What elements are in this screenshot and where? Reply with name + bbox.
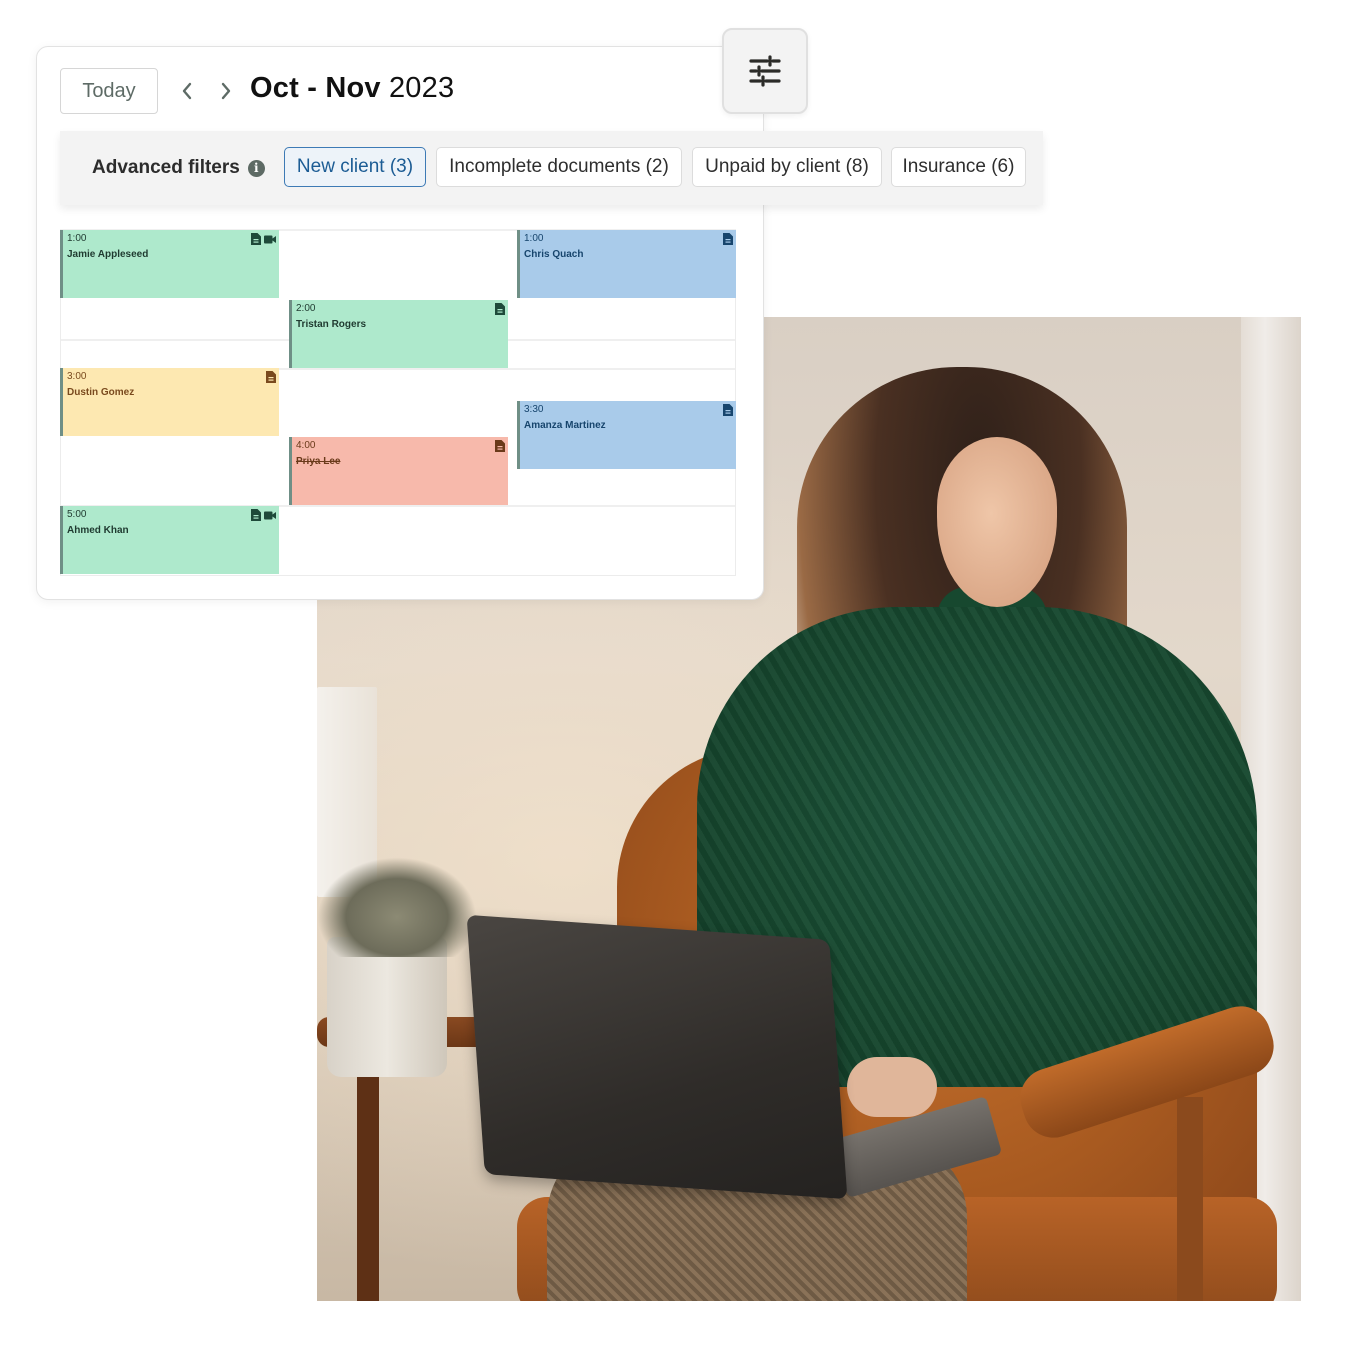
- chevron-right-icon: [221, 82, 231, 100]
- appointment-event[interactable]: 5:00 Ahmed Khan: [60, 506, 279, 574]
- document-icon: [495, 440, 505, 452]
- event-client-name: Priya Lee: [296, 456, 341, 467]
- event-time: 4:00: [296, 440, 316, 451]
- advanced-filters-text: Advanced filters: [92, 157, 240, 178]
- event-time: 1:00: [524, 233, 544, 244]
- chevron-left-icon: [182, 82, 192, 100]
- appointment-event-cancelled[interactable]: 4:00 Priya Lee: [289, 437, 508, 505]
- info-icon[interactable]: i: [247, 159, 265, 177]
- today-button[interactable]: Today: [60, 68, 158, 114]
- event-client-name: Amanza Martinez: [524, 420, 606, 431]
- previous-button[interactable]: [174, 76, 200, 106]
- event-client-name: Tristan Rogers: [296, 319, 367, 330]
- document-icon: [495, 303, 505, 315]
- filter-chip-unpaid-by-client[interactable]: Unpaid by client (8): [692, 147, 882, 187]
- event-time: 3:00: [67, 371, 87, 382]
- appointment-event[interactable]: 2:00 Tristan Rogers: [289, 300, 508, 368]
- next-button[interactable]: [213, 76, 239, 106]
- date-range-year: 2023: [388, 72, 455, 104]
- appointment-event[interactable]: 3:00 Dustin Gomez: [60, 368, 279, 436]
- filter-settings-button[interactable]: [722, 28, 808, 114]
- video-icon: [264, 235, 276, 243]
- filter-chip-incomplete-documents[interactable]: Incomplete documents (2): [436, 147, 682, 187]
- event-client-name: Ahmed Khan: [67, 525, 129, 536]
- event-client-name: Jamie Appleseed: [67, 249, 149, 260]
- side-table-leg: [357, 1042, 379, 1301]
- advanced-filters-bar: Advanced filters i New client (3) Incomp…: [60, 131, 1043, 205]
- document-icon: [251, 233, 261, 245]
- document-icon: [266, 371, 276, 383]
- appointment-event[interactable]: 1:00 Jamie Appleseed: [60, 230, 279, 298]
- plant-pot: [327, 937, 447, 1077]
- document-icon: [723, 233, 733, 245]
- event-time: 1:00: [67, 233, 87, 244]
- sliders-icon: [749, 55, 781, 87]
- filter-chip-new-client[interactable]: New client (3): [284, 147, 426, 187]
- event-time: 5:00: [67, 509, 87, 520]
- date-range-title: Oct - Nov 2023: [250, 72, 454, 105]
- laptop: [466, 914, 848, 1200]
- date-range-months: Oct - Nov: [250, 72, 381, 104]
- event-client-name: Chris Quach: [524, 249, 584, 260]
- plant: [317, 857, 477, 957]
- video-icon: [264, 511, 276, 519]
- advanced-filters-label: Advanced filters i: [92, 157, 265, 179]
- person-hand: [847, 1057, 937, 1117]
- armchair-leg: [1177, 1097, 1203, 1301]
- document-icon: [251, 509, 261, 521]
- event-time: 3:30: [524, 404, 544, 415]
- filter-chip-insurance[interactable]: Insurance (6): [891, 147, 1026, 187]
- appointment-event[interactable]: 3:30 Amanza Martinez: [517, 401, 736, 469]
- document-icon: [723, 404, 733, 416]
- event-client-name: Dustin Gomez: [67, 387, 135, 398]
- event-time: 2:00: [296, 303, 316, 314]
- appointment-event[interactable]: 1:00 Chris Quach: [517, 230, 736, 298]
